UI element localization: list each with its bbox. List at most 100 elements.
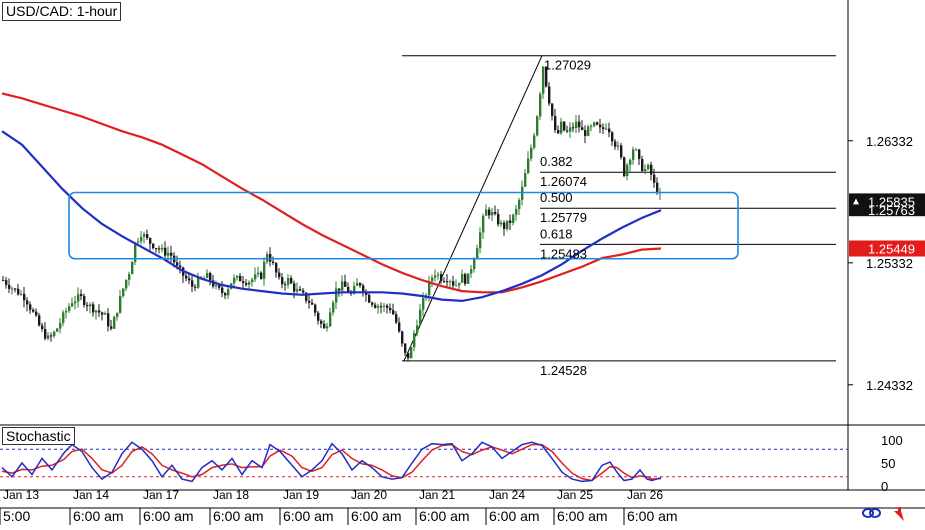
candle-body — [422, 298, 425, 310]
candle-body — [476, 248, 479, 259]
candle-body — [269, 253, 272, 262]
candle-body — [644, 169, 647, 172]
candle-body — [50, 335, 53, 337]
candle-body — [293, 283, 296, 292]
candle-body — [311, 302, 314, 305]
candle-body — [20, 293, 23, 295]
link-icon[interactable] — [862, 508, 881, 518]
candle-body — [296, 289, 299, 292]
candle-body — [95, 310, 98, 313]
candle-body — [581, 127, 584, 131]
candle-body — [107, 313, 110, 327]
time-axis-date-label: Jan 25 — [557, 488, 593, 502]
candle-body — [101, 312, 104, 315]
candle-body — [80, 294, 83, 297]
fib-price-label: 1.24528 — [540, 363, 587, 378]
candle-body — [383, 305, 386, 307]
candle-body — [437, 274, 440, 276]
candle-body — [68, 306, 71, 311]
candle-body — [14, 288, 17, 290]
candle-body — [158, 248, 161, 250]
candle-body — [152, 243, 155, 249]
candle-body — [431, 277, 434, 282]
candle-body — [257, 272, 260, 275]
candle-body — [113, 316, 116, 329]
candle-body — [608, 128, 611, 133]
candle-body — [497, 213, 500, 225]
candle-body — [560, 121, 563, 134]
candle-body — [143, 234, 146, 237]
time-axis-time-label: 6:00 am — [489, 508, 540, 524]
candle-body — [578, 121, 581, 128]
candle-body — [161, 247, 164, 250]
candle-body — [191, 280, 194, 287]
price-axis-label: 1.25332 — [866, 256, 913, 271]
candle-body — [116, 312, 119, 317]
candle-body — [110, 326, 113, 329]
candle-body — [452, 281, 455, 286]
candle-body — [326, 326, 329, 329]
candle-body — [323, 323, 326, 329]
candle-body — [527, 158, 530, 174]
candle-body — [254, 274, 257, 280]
candle-body — [443, 281, 446, 283]
candle-body — [566, 130, 569, 132]
candle-body — [206, 272, 209, 279]
candle-body — [491, 212, 494, 216]
time-axis-time-label: 6:00 am — [143, 508, 194, 524]
candle-body — [530, 147, 533, 159]
time-axis-date-label: Jan 19 — [283, 488, 319, 502]
candle-body — [41, 325, 44, 330]
candle-body — [308, 300, 311, 303]
candle-body — [572, 127, 575, 129]
candle-body — [341, 281, 344, 291]
candle-body — [335, 288, 338, 303]
candle-body — [344, 281, 347, 287]
candle-body — [338, 288, 341, 291]
candle-body — [647, 164, 650, 170]
candle-body — [170, 252, 173, 256]
candle-body — [569, 127, 572, 132]
candle-body — [416, 325, 419, 334]
candle-body — [194, 286, 197, 288]
candle-body — [179, 265, 182, 268]
fib-price-label: 1.27029 — [544, 58, 591, 73]
candle-body — [71, 303, 74, 307]
candle-body — [299, 289, 302, 291]
candle-body — [242, 281, 245, 283]
candle-body — [284, 284, 287, 286]
candle-body — [188, 278, 191, 281]
candle-body — [185, 275, 188, 279]
candle-body — [407, 352, 410, 359]
cursor-arrow-icon[interactable] — [894, 507, 904, 521]
candle-body — [389, 307, 392, 311]
candle-body — [557, 130, 560, 134]
candle-body — [131, 261, 134, 275]
candle-body — [59, 322, 62, 329]
candle-body — [140, 236, 143, 242]
candle-body — [614, 141, 617, 147]
candle-body — [524, 173, 527, 187]
candle-body — [440, 274, 443, 282]
candle-body — [533, 135, 536, 148]
time-axis-date-label: Jan 21 — [419, 488, 455, 502]
candle-body — [587, 126, 590, 136]
candle-body — [236, 275, 239, 278]
candle-body — [248, 282, 251, 285]
candle-body — [455, 285, 458, 287]
candle-body — [509, 220, 512, 223]
stoch-axis-label: 0 — [881, 479, 888, 494]
fib-ratio-label: 0.618 — [540, 226, 573, 241]
candle-body — [314, 304, 317, 313]
candle-body — [479, 232, 482, 249]
candle-body — [11, 288, 14, 290]
candle-body — [290, 278, 293, 284]
time-axis-time-label: 6:00 am — [73, 508, 124, 524]
candle-body — [419, 309, 422, 326]
candle-body — [413, 333, 416, 348]
candle-body — [626, 164, 629, 176]
fib-ratio-label: 0.382 — [540, 154, 573, 169]
candle-body — [461, 274, 464, 283]
candle-body — [8, 284, 11, 289]
candle-body — [449, 281, 452, 283]
